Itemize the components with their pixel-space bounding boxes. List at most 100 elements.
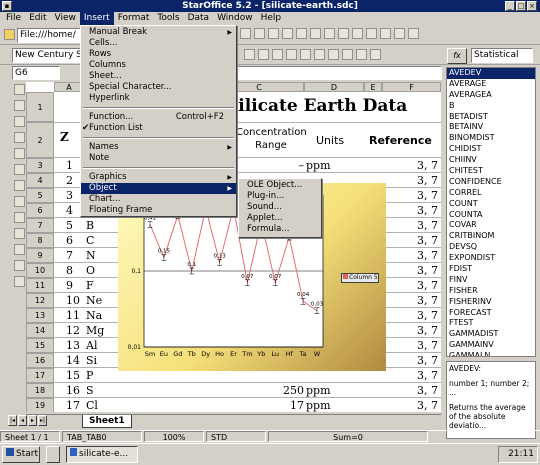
row-header[interactable]: 3 bbox=[26, 158, 54, 173]
table-row[interactable]: 17 Cl 17 ppm 3, 7 bbox=[54, 398, 441, 412]
cell-element[interactable]: Na bbox=[86, 309, 102, 322]
cell-element[interactable]: Al bbox=[86, 339, 97, 352]
row-header[interactable]: 5 bbox=[26, 188, 54, 203]
function-list-item[interactable]: COUNT bbox=[447, 199, 535, 210]
cell-reference-field[interactable]: G6 bbox=[12, 66, 60, 80]
menu-window[interactable]: Window bbox=[213, 12, 257, 25]
background-color-icon[interactable] bbox=[356, 49, 367, 60]
cell-reference[interactable]: 3, 7 bbox=[394, 369, 438, 382]
insert-icon[interactable] bbox=[13, 84, 25, 95]
cell-element[interactable]: Si bbox=[86, 354, 97, 367]
insert-menu-item[interactable]: Names ▶ bbox=[81, 142, 236, 153]
last-sheet-icon[interactable]: ▸| bbox=[38, 415, 47, 426]
cell-reference[interactable]: 3, 7 bbox=[394, 354, 438, 367]
spellcheck-icon[interactable] bbox=[13, 164, 25, 175]
cell-units[interactable]: ppm bbox=[306, 399, 331, 412]
cell-element[interactable]: N bbox=[86, 249, 96, 262]
percent-icon[interactable] bbox=[258, 49, 269, 60]
formula-input[interactable] bbox=[236, 66, 442, 80]
hyperlink-icon[interactable] bbox=[380, 28, 391, 39]
function-category-select[interactable]: Statistical bbox=[471, 48, 533, 63]
menu-view[interactable]: View bbox=[51, 12, 80, 25]
cell-element[interactable]: Cl bbox=[86, 399, 98, 412]
row-header[interactable]: 7 bbox=[26, 218, 54, 233]
stylist-icon[interactable] bbox=[366, 28, 377, 39]
column-header-f[interactable]: F bbox=[382, 82, 441, 92]
chart-icon[interactable] bbox=[13, 148, 25, 159]
function-list-item[interactable]: COVAR bbox=[447, 220, 535, 231]
cell-reference[interactable]: 3, 7 bbox=[394, 159, 438, 172]
font-color-icon[interactable] bbox=[370, 49, 381, 60]
object-submenu-item[interactable]: Formula... bbox=[239, 224, 321, 235]
standard-format-icon[interactable] bbox=[272, 49, 283, 60]
insert-menu-item[interactable]: Hyperlink bbox=[81, 93, 236, 104]
insert-menu-item[interactable]: Note bbox=[81, 153, 236, 164]
function-list-item[interactable]: CHITEST bbox=[447, 166, 535, 177]
paste-icon[interactable] bbox=[310, 28, 321, 39]
function-list-item[interactable]: BINOMDIST bbox=[447, 133, 535, 144]
cell-reference[interactable]: 3, 7 bbox=[394, 219, 438, 232]
cell-z[interactable]: 10 bbox=[66, 294, 80, 307]
cell-element[interactable]: Ne bbox=[86, 294, 102, 307]
menu-insert[interactable]: Insert bbox=[79, 12, 114, 25]
insert-menu-item[interactable]: Cells... bbox=[81, 38, 236, 49]
column-header-e[interactable]: E bbox=[364, 82, 382, 92]
insert-menu-item[interactable]: ✔ Function List bbox=[81, 123, 236, 134]
taskbar-task-silicate[interactable]: silicate-e... bbox=[66, 446, 138, 463]
cell-z[interactable]: 12 bbox=[66, 324, 80, 337]
row-header[interactable]: 15 bbox=[26, 338, 54, 353]
function-list-item[interactable]: CHIDIST bbox=[447, 144, 535, 155]
show-desktop-icon[interactable] bbox=[46, 446, 60, 463]
insert-cells-icon[interactable] bbox=[13, 100, 25, 111]
maximize-icon[interactable]: □ bbox=[516, 1, 526, 11]
print-icon[interactable] bbox=[268, 28, 279, 39]
insert-menu-item[interactable]: Function... Control+F2 bbox=[81, 112, 236, 123]
row-header[interactable]: 6 bbox=[26, 203, 54, 218]
row-header[interactable]: 12 bbox=[26, 293, 54, 308]
cell-reference[interactable]: 3, 7 bbox=[394, 264, 438, 277]
status-zoom[interactable]: 100% bbox=[144, 431, 204, 442]
cell-z[interactable]: 6 bbox=[66, 234, 73, 247]
menu-format[interactable]: Format bbox=[114, 12, 154, 25]
cell-element[interactable]: P bbox=[86, 369, 93, 382]
function-list-item[interactable]: BETADIST bbox=[447, 112, 535, 123]
cell-element[interactable]: C bbox=[86, 234, 94, 247]
menu-help[interactable]: Help bbox=[257, 12, 286, 25]
cell-z[interactable]: 15 bbox=[66, 369, 80, 382]
prev-sheet-icon[interactable]: ◂ bbox=[18, 415, 27, 426]
function-list-item[interactable]: GAMMAINV bbox=[447, 340, 535, 351]
insert-function-icon[interactable] bbox=[13, 276, 25, 287]
cell-z[interactable]: 8 bbox=[66, 264, 73, 277]
copy-icon[interactable] bbox=[296, 28, 307, 39]
function-list-item[interactable]: COUNTA bbox=[447, 210, 535, 221]
cell-reference[interactable]: 3, 7 bbox=[394, 384, 438, 397]
cell-units[interactable]: ppm bbox=[306, 384, 331, 397]
row-header[interactable]: 16 bbox=[26, 353, 54, 368]
column-header-d[interactable]: D bbox=[304, 82, 364, 92]
window-menu-icon[interactable]: ▪ bbox=[2, 1, 12, 11]
indent-icon[interactable] bbox=[314, 49, 325, 60]
cell-z[interactable]: 1 bbox=[66, 159, 73, 172]
cell-reference[interactable]: 3, 7 bbox=[394, 309, 438, 322]
cell-z[interactable]: 14 bbox=[66, 354, 80, 367]
filter-icon[interactable] bbox=[13, 260, 25, 271]
row-header[interactable]: 11 bbox=[26, 278, 54, 293]
edit-file-icon[interactable] bbox=[240, 28, 251, 39]
cell-z[interactable]: 13 bbox=[66, 339, 80, 352]
row-header[interactable]: 1 bbox=[26, 92, 54, 122]
object-submenu-item[interactable]: Sound... bbox=[239, 202, 321, 213]
function-list[interactable]: AVEDEV AVERAGE AVERAGEA B BETADIST BETAINV BIN… bbox=[446, 67, 536, 357]
cell-reference[interactable]: 3, 7 bbox=[394, 204, 438, 217]
row-header[interactable]: 13 bbox=[26, 308, 54, 323]
cell-reference[interactable]: 3, 7 bbox=[394, 324, 438, 337]
cell-reference[interactable]: 3, 7 bbox=[394, 294, 438, 307]
function-list-item[interactable]: B bbox=[447, 101, 535, 112]
row-header[interactable]: 10 bbox=[26, 263, 54, 278]
row-header[interactable]: 19 bbox=[26, 398, 54, 412]
function-list-item[interactable]: FINV bbox=[447, 275, 535, 286]
menu-tools[interactable]: Tools bbox=[153, 12, 183, 25]
cell-reference[interactable]: 3, 7 bbox=[394, 174, 438, 187]
insert-menu-item[interactable]: Special Character... bbox=[81, 82, 236, 93]
row-header[interactable]: 2 bbox=[26, 122, 54, 158]
sort-ascending-icon[interactable] bbox=[13, 212, 25, 223]
